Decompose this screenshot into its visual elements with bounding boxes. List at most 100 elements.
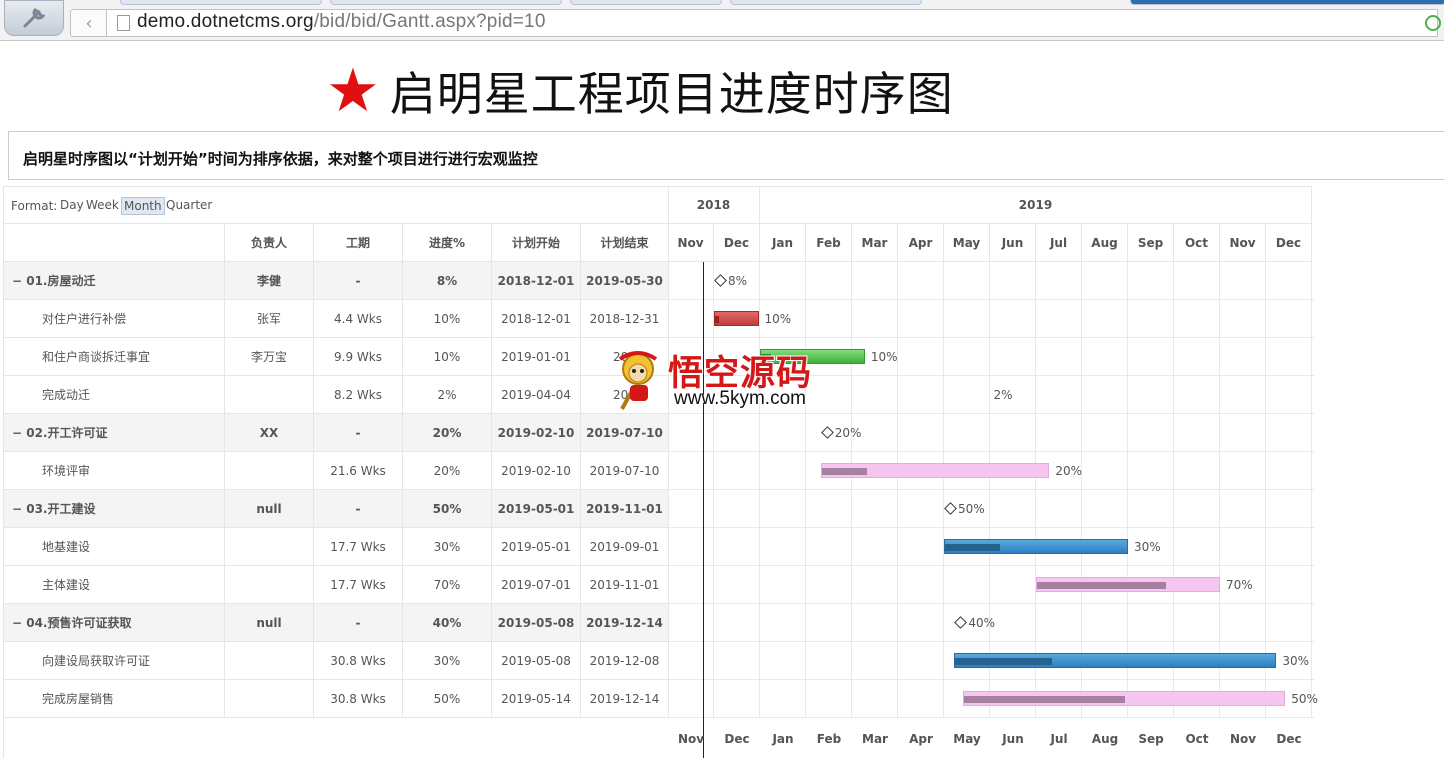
task-bar-progress [821,468,868,475]
task-bar[interactable] [820,463,1050,478]
bar-progress-label: 10% [764,312,792,326]
grid-row [668,414,1314,452]
task-name-text: 02.开工许可证 [26,426,108,440]
column-header-owner[interactable]: 负责人 [225,224,314,261]
task-bar[interactable] [944,539,1128,554]
chevron-left-icon: ‹ [85,12,93,34]
back-button[interactable]: ‹ [70,9,108,37]
month-footer-row: Nov Dec Jan Feb Mar Apr May Jun Jul Aug Sep Oct Nov D… [668,720,1314,758]
month-footer: Sep [1138,732,1164,746]
column-header-progress[interactable]: 进度% [403,224,492,261]
group-row[interactable]: − 02.开工许可证 XX -20% 2019-02-10 2019-07-10 [4,414,669,452]
column-header-start[interactable]: 计划开始 [492,224,581,261]
browser-chrome: ‹ demo.dotnetcms.org/bid/bid/Gantt.aspx?… [0,0,1444,41]
cell-end: 2019-05-30 [581,262,669,299]
task-name: 环境评审 [4,462,90,479]
task-bar[interactable] [714,311,759,326]
cell-end: 2019-12-14 [581,604,669,641]
collapse-toggle-icon[interactable]: − [12,274,26,288]
collapse-toggle-icon[interactable]: − [12,616,26,630]
task-bar-progress [964,696,1126,703]
cell-owner [225,566,314,603]
collapse-toggle-icon[interactable]: − [12,426,26,440]
cell-progress: 20% [403,414,492,451]
cell-owner [225,528,314,565]
task-row[interactable]: 和住户商谈拆迁事宜 李万宝 9.9 Wks 10% 2019-01-01 201 [4,338,669,376]
bar-progress-label: 30% [1282,654,1310,668]
format-option-quarter[interactable]: Quarter [164,197,214,213]
task-row[interactable]: 环境评审 21.6 Wks 20% 2019-02-10 2019-07-10 [4,452,669,490]
cell-start: 2019-05-08 [492,604,581,641]
group-row[interactable]: − 03.开工建设 null -50% 2019-05-01 2019-11-01 [4,490,669,528]
browser-app-icon[interactable] [4,0,64,36]
month-header: Nov [668,224,714,262]
today-marker-line [703,262,704,758]
format-option-day[interactable]: Day [58,197,86,213]
task-name-text: 和住户商谈拆迁事宜 [42,350,151,364]
task-bar-progress [955,658,1052,665]
cell-duration: 4.4 Wks [314,300,403,337]
cell-duration: - [314,262,403,299]
task-row[interactable]: 主体建设 17.7 Wks 70% 2019-07-01 2019-11-01 [4,566,669,604]
browser-tab[interactable] [330,0,562,5]
month-footer: Nov [677,732,705,746]
watermark-url: www.5kym.com [674,388,806,409]
task-row[interactable]: 对住户进行补偿 张军 4.4 Wks 10% 2018-12-01 2018-12-31 [4,300,669,338]
month-footer: Jan [772,732,794,746]
gantt-chart: Format: Day Week Month Quarter 负责人 工期 进度… [3,186,1318,758]
column-header-end[interactable]: 计划结束 [581,224,669,261]
url-host: demo.dotnetcms.org [137,11,314,32]
star-icon: ★ [326,56,380,126]
task-name: − 01.房屋动迁 [4,272,96,289]
task-name-text: 环境评审 [42,464,91,478]
browser-tab[interactable] [120,0,322,5]
month-header: Oct [1174,224,1220,262]
cell-owner [225,452,314,489]
browser-tab[interactable] [570,0,722,5]
format-option-week[interactable]: Week [84,197,121,213]
cell-end: 2019-11-01 [581,490,669,527]
cell-owner: 张军 [225,300,314,337]
browser-tab[interactable] [730,0,922,5]
cell-end: 2019-12-08 [581,642,669,679]
group-row[interactable]: − 01.房屋动迁 李健 -8% 2018-12-01 2019-05-30 [4,262,669,300]
task-bar[interactable] [963,691,1286,706]
cell-start: 2018-12-01 [492,300,581,337]
cell-end: 2018-12-31 [581,300,669,337]
task-bar[interactable] [1036,577,1220,592]
column-header-duration[interactable]: 工期 [314,224,403,261]
browser-tab-active[interactable] [1130,0,1444,5]
format-option-month[interactable]: Month [121,197,165,215]
description-panel: 启明星时序图以“计划开始”时间为排序依据，来对整个项目进行进行宏观监控 [8,131,1444,180]
task-name-text: 04.预售许可证获取 [26,616,132,630]
cell-start: 2019-04-04 [492,376,581,413]
grid-row [668,262,1314,300]
cell-name: − 04.预售许可证获取 [4,604,225,641]
collapse-toggle-icon[interactable]: − [12,502,26,516]
task-row[interactable]: 地基建设 17.7 Wks 30% 2019-05-01 2019-09-01 [4,528,669,566]
bar-progress-label: 20% [1055,464,1083,478]
url-text: demo.dotnetcms.org/bid/bid/Gantt.aspx?pi… [137,11,546,33]
month-footer: Aug [1091,732,1119,746]
month-header: Aug [1082,224,1128,262]
cell-name: 主体建设 [4,566,225,603]
task-bar[interactable] [954,653,1277,668]
task-row[interactable]: 完成动迁 8.2 Wks 2% 2019-04-04 201 [4,376,669,414]
task-bar-progress [1037,582,1166,589]
grid-header-row: 负责人 工期 进度% 计划开始 计划结束 [4,224,669,262]
task-row[interactable]: 完成房屋销售 30.8 Wks 50% 2019-05-14 2019-12-14 [4,680,669,718]
month-header: Dec [1266,224,1312,262]
month-header: Apr [898,224,944,262]
month-header: Nov [1220,224,1266,262]
cell-progress: 50% [403,680,492,717]
cell-owner [225,642,314,679]
cell-progress: 20% [403,452,492,489]
cell-owner: null [225,604,314,641]
cell-name: 地基建设 [4,528,225,565]
cell-end: 2019-07-10 [581,452,669,489]
cell-name: 向建设局获取许可证 [4,642,225,679]
task-row[interactable]: 向建设局获取许可证 30.8 Wks 30% 2019-05-08 2019-12-08 [4,642,669,680]
group-row[interactable]: − 04.预售许可证获取 null -40% 2019-05-08 2019-12-14 [4,604,669,642]
wrench-icon [23,8,46,28]
address-bar[interactable]: demo.dotnetcms.org/bid/bid/Gantt.aspx?pi… [106,9,1441,37]
